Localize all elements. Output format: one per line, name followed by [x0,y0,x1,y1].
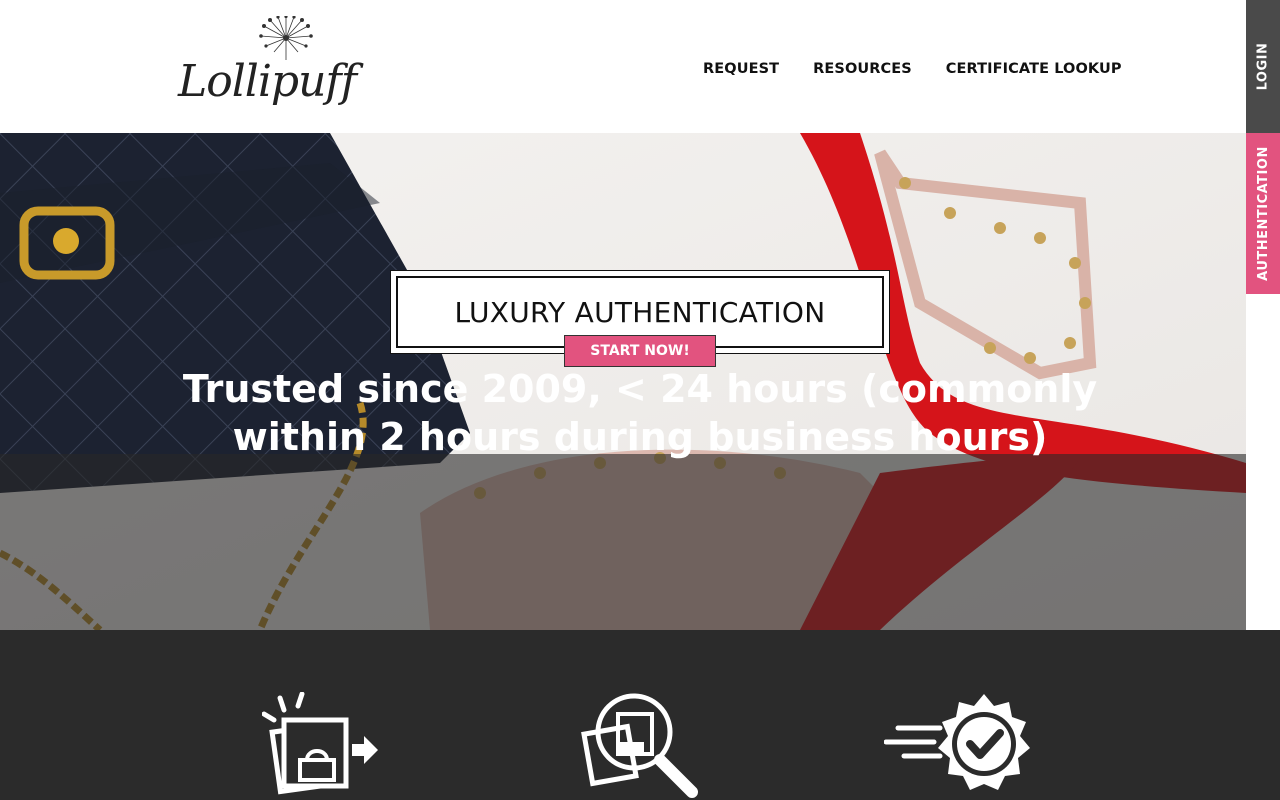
side-tab-login-label: LOGIN [1255,42,1271,91]
nav-resources[interactable]: RESOURCES [813,61,912,77]
hero-tagline: Trusted since 2009, < 24 hours (commonly… [0,365,1280,461]
hero-title: LUXURY AUTHENTICATION [454,295,826,329]
side-tab-login[interactable]: LOGIN [1246,0,1280,133]
start-now-button[interactable]: START NOW! [564,335,716,367]
logo[interactable]: Lollipuff [178,16,368,116]
inspect-magnifier-icon [581,693,698,798]
main-nav: REQUEST RESOURCES CERTIFICATE LOOKUP [703,61,1122,77]
hero-tagline-line-1: Trusted since 2009, < 24 hours (commonly [182,367,1098,411]
hero-overlay [0,454,1246,630]
site-header: Lollipuff REQUEST RESOURCES CERTIFICATE … [0,0,1280,133]
side-tab-authentication-label: AUTHENTICATION [1255,146,1271,281]
nav-request[interactable]: REQUEST [703,61,779,77]
brand-name: Lollipuff [178,56,357,107]
hero-tagline-line-2: within 2 hours during business hours) [232,415,1048,459]
nav-certificate-lookup[interactable]: CERTIFICATE LOOKUP [946,61,1122,77]
fast-verified-icon [884,694,1030,790]
upload-photos-icon [262,692,378,795]
side-tab-authentication[interactable]: AUTHENTICATION [1246,133,1280,294]
dandelion-icon [259,16,313,60]
